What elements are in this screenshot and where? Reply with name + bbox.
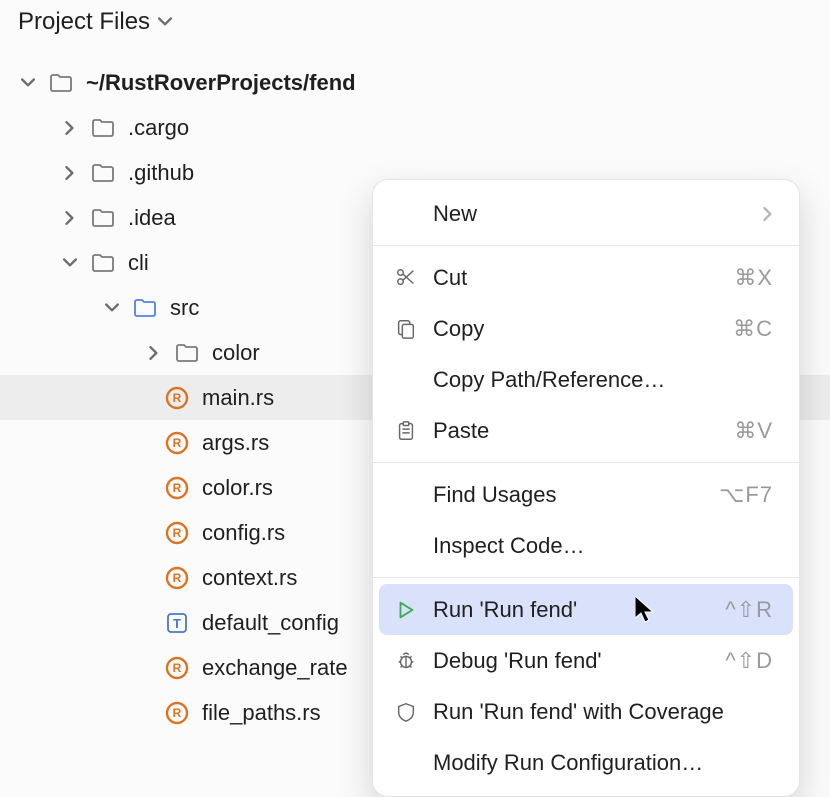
tree-root[interactable]: ~/RustRoverProjects/fend (0, 60, 830, 105)
menu-item-label: Find Usages (433, 482, 705, 508)
chevron-right-icon (763, 201, 773, 227)
tree-item-label: args.rs (202, 430, 269, 456)
folder-icon (174, 340, 200, 366)
folder-icon (90, 115, 116, 141)
folder-icon (48, 70, 74, 96)
rust-file-icon (164, 385, 190, 411)
menu-cut[interactable]: Cut ⌘X (379, 252, 793, 303)
copy-icon (393, 318, 419, 340)
menu-item-label: Copy Path/Reference… (433, 367, 773, 393)
menu-item-label: Run 'Run fend' with Coverage (433, 699, 773, 725)
menu-run[interactable]: Run 'Run fend' ^⇧R (379, 584, 793, 635)
tree-item-label: .github (128, 160, 194, 186)
panel-title: Project Files (18, 8, 150, 36)
menu-shortcut: ^⇧D (725, 648, 773, 674)
menu-item-label: Debug 'Run fend' (433, 648, 711, 674)
tree-item-label: cli (128, 250, 149, 276)
tree-item-label: context.rs (202, 565, 297, 591)
rust-file-icon (164, 475, 190, 501)
folder-icon (90, 250, 116, 276)
tree-item-label: color (212, 340, 260, 366)
chevron-right-icon[interactable] (62, 211, 78, 225)
menu-debug[interactable]: Debug 'Run fend' ^⇧D (379, 635, 793, 686)
chevron-down-icon[interactable] (20, 78, 36, 88)
menu-shortcut: ⌥F7 (719, 482, 773, 508)
menu-separator (373, 245, 799, 246)
project-files-header[interactable]: Project Files (0, 0, 830, 42)
tree-item-label: color.rs (202, 475, 273, 501)
menu-shortcut: ⌘V (734, 418, 773, 444)
menu-item-label: Cut (433, 265, 720, 291)
rust-file-icon (164, 520, 190, 546)
chevron-right-icon[interactable] (62, 121, 78, 135)
clipboard-icon (393, 420, 419, 442)
tree-item-label: main.rs (202, 385, 274, 411)
menu-copy-path[interactable]: Copy Path/Reference… (379, 354, 793, 405)
menu-modify-run-config[interactable]: Modify Run Configuration… (379, 737, 793, 788)
chevron-down-icon[interactable] (104, 303, 120, 313)
menu-separator (373, 577, 799, 578)
menu-find-usages[interactable]: Find Usages ⌥F7 (379, 469, 793, 520)
folder-icon (90, 205, 116, 231)
tree-item-label: file_paths.rs (202, 700, 321, 726)
bug-icon (393, 650, 419, 672)
tree-item-label: .cargo (128, 115, 189, 141)
menu-item-label: Paste (433, 418, 720, 444)
menu-shortcut: ⌘C (733, 316, 773, 342)
context-menu: New Cut ⌘X Copy ⌘C Copy Path/Reference… … (372, 179, 800, 797)
tree-root-label: ~/RustRoverProjects/fend (86, 70, 356, 96)
rust-file-icon (164, 430, 190, 456)
chevron-right-icon[interactable] (62, 166, 78, 180)
tree-item-label: src (170, 295, 199, 321)
tree-item-label: exchange_rate (202, 655, 348, 681)
menu-inspect-code[interactable]: Inspect Code… (379, 520, 793, 571)
tree-item-label: .idea (128, 205, 176, 231)
menu-shortcut: ⌘X (734, 265, 773, 291)
menu-item-label: New (433, 201, 749, 227)
menu-run-coverage[interactable]: Run 'Run fend' with Coverage (379, 686, 793, 737)
folder-icon (132, 295, 158, 321)
menu-new[interactable]: New (379, 188, 793, 239)
folder-icon (90, 160, 116, 186)
menu-item-label: Modify Run Configuration… (433, 750, 773, 776)
tree-item-label: default_config (202, 610, 339, 636)
shield-icon (393, 701, 419, 723)
menu-item-label: Inspect Code… (433, 533, 773, 559)
menu-item-label: Copy (433, 316, 719, 342)
rust-file-icon (164, 565, 190, 591)
tree-folder-cargo[interactable]: .cargo (0, 105, 830, 150)
chevron-right-icon[interactable] (146, 346, 162, 360)
menu-item-label: Run 'Run fend' (433, 597, 711, 623)
rust-file-icon (164, 700, 190, 726)
text-file-icon (164, 610, 190, 636)
menu-paste[interactable]: Paste ⌘V (379, 405, 793, 456)
menu-copy[interactable]: Copy ⌘C (379, 303, 793, 354)
tree-item-label: config.rs (202, 520, 285, 546)
menu-shortcut: ^⇧R (725, 597, 773, 623)
play-icon (393, 599, 419, 621)
chevron-down-icon[interactable] (62, 258, 78, 268)
rust-file-icon (164, 655, 190, 681)
scissors-icon (393, 267, 419, 289)
menu-separator (373, 462, 799, 463)
chevron-down-icon (158, 17, 172, 27)
